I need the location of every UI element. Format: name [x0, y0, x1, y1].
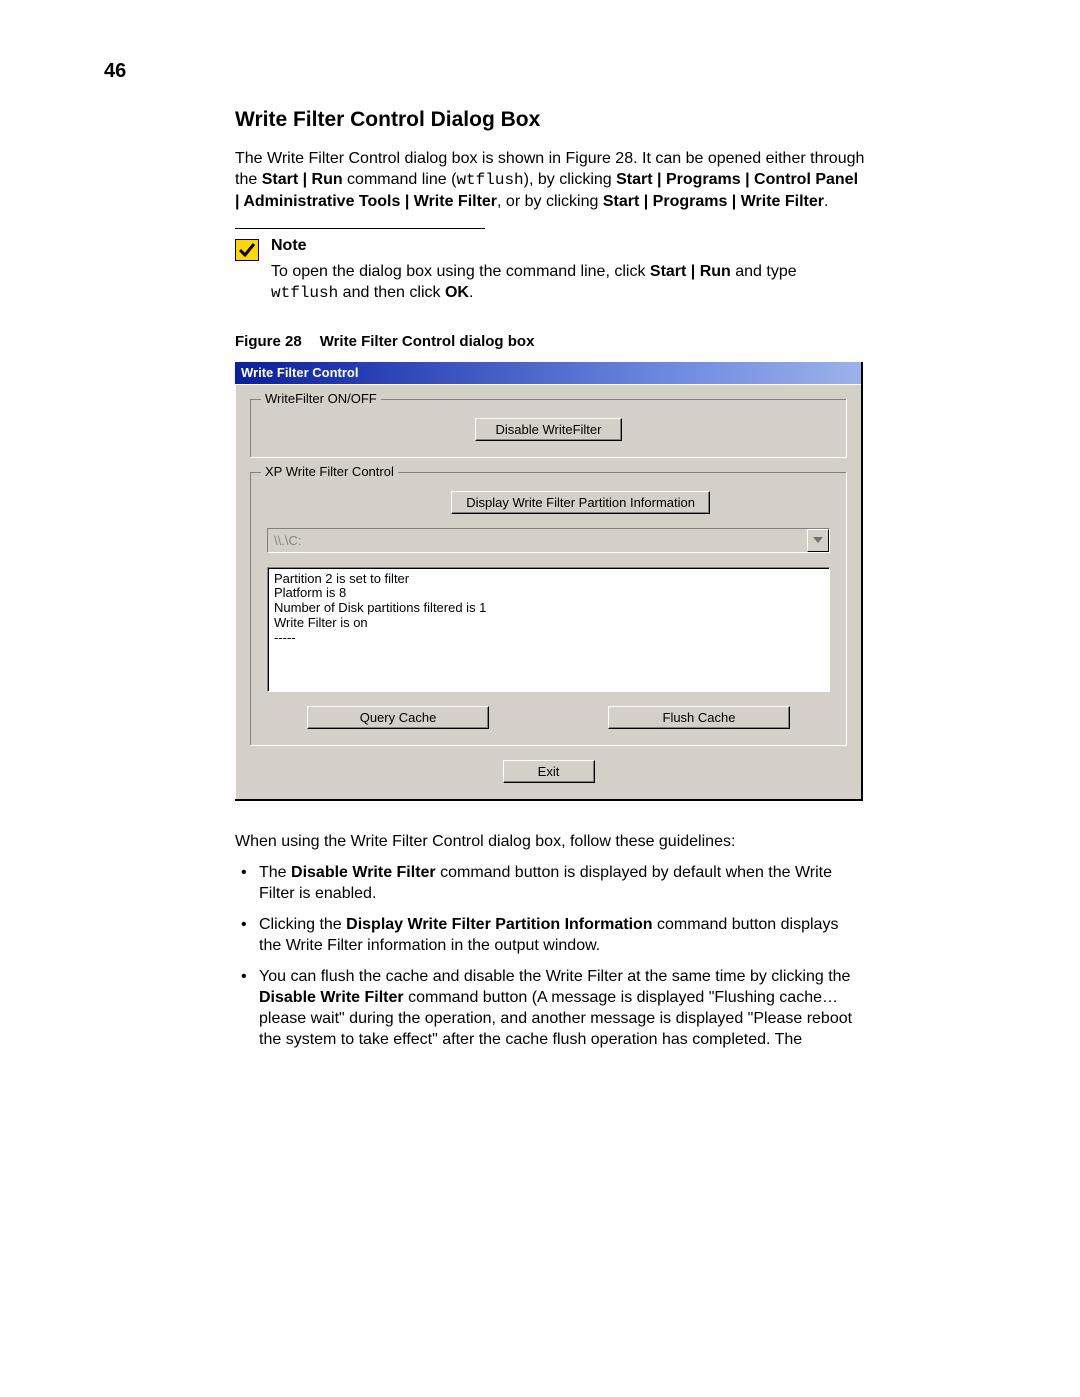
section-heading: Write Filter Control Dialog Box: [235, 108, 865, 132]
cache-button-row: Query Cache Flush Cache: [267, 706, 830, 729]
flush-cache-button[interactable]: Flush Cache: [608, 706, 790, 729]
text: and then click: [338, 284, 445, 301]
display-partition-info-button[interactable]: Display Write Filter Partition Informati…: [451, 491, 710, 514]
guidelines-intro: When using the Write Filter Control dial…: [235, 831, 865, 852]
note-check-icon: [235, 239, 259, 261]
disable-writefilter-button[interactable]: Disable WriteFilter: [475, 418, 623, 441]
dialog-titlebar[interactable]: Write Filter Control: [235, 362, 861, 384]
dialog-body: WriteFilter ON/OFF Disable WriteFilter X…: [235, 384, 861, 799]
output-textarea[interactable]: Partition 2 is set to filter Platform is…: [267, 567, 830, 692]
text: , or by clicking: [497, 193, 603, 210]
spacer: [489, 706, 608, 729]
guidelines-list: The Disable Write Filter command button …: [235, 862, 865, 1051]
command-wtflush: wtflush: [456, 171, 523, 189]
figure-title: Write Filter Control dialog box: [320, 333, 535, 350]
note-block: Note To open the dialog box using the co…: [235, 237, 865, 304]
chevron-down-icon[interactable]: [807, 529, 829, 552]
menu-path: Start | Run: [650, 263, 731, 280]
note-title: Note: [271, 237, 865, 255]
text: You can flush the cache and disable the …: [259, 968, 850, 985]
text: ), by clicking: [524, 171, 616, 188]
list-item: The Disable Write Filter command button …: [235, 862, 865, 904]
list-item: Clicking the Display Write Filter Partit…: [235, 914, 865, 956]
note-separator: [235, 228, 485, 229]
ok-label: OK: [445, 284, 469, 301]
menu-path: Start | Programs | Write Filter: [603, 193, 824, 210]
page: 46 Write Filter Control Dialog Box The W…: [0, 0, 1080, 1397]
command-wtflush: wtflush: [271, 284, 338, 302]
text: .: [824, 193, 828, 210]
write-filter-dialog: Write Filter Control WriteFilter ON/OFF …: [235, 362, 863, 801]
group-legend: XP Write Filter Control: [261, 464, 398, 479]
exit-button[interactable]: Exit: [503, 760, 595, 783]
text: command line (: [343, 171, 457, 188]
text: To open the dialog box using the command…: [271, 263, 650, 280]
text: The: [259, 864, 291, 881]
text: Clicking the: [259, 916, 346, 933]
button-name: Disable Write Filter: [291, 864, 436, 881]
note-text: Note To open the dialog box using the co…: [271, 237, 865, 304]
button-name: Disable Write Filter: [259, 989, 404, 1006]
guidelines: When using the Write Filter Control dial…: [235, 831, 865, 1051]
figure-caption: Figure 28 Write Filter Control dialog box: [235, 333, 865, 350]
partition-combo-input[interactable]: \\.\C:: [268, 529, 807, 552]
figure-number: Figure 28: [235, 333, 302, 350]
list-item: You can flush the cache and disable the …: [235, 966, 865, 1050]
text: .: [469, 284, 473, 301]
group-legend: WriteFilter ON/OFF: [261, 391, 381, 406]
button-name: Display Write Filter Partition Informati…: [346, 916, 652, 933]
page-number: 46: [104, 60, 126, 83]
intro-paragraph: The Write Filter Control dialog box is s…: [235, 148, 865, 212]
partition-combo[interactable]: \\.\C:: [267, 528, 830, 553]
note-body: To open the dialog box using the command…: [271, 261, 865, 304]
content-column: Write Filter Control Dialog Box The Writ…: [235, 108, 865, 1061]
query-cache-button[interactable]: Query Cache: [307, 706, 489, 729]
group-xp-write-filter: XP Write Filter Control Display Write Fi…: [250, 472, 847, 746]
text: and type: [731, 263, 797, 280]
menu-path: Start | Run: [262, 171, 343, 188]
group-writefilter-onoff: WriteFilter ON/OFF Disable WriteFilter: [250, 399, 847, 458]
